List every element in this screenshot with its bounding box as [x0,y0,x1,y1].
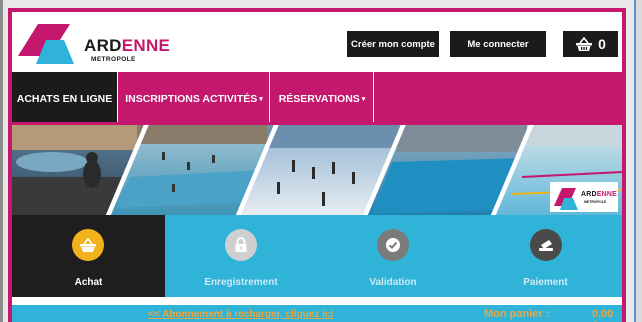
abonnement-recharge-link[interactable]: << Abonnement à recharger, cliquez ici [148,309,333,320]
nav-item-reservations[interactable]: RÉSERVATIONS ▾ [271,72,374,126]
step-achat: Achat [12,215,165,297]
step-validation: Validation [317,215,469,297]
cart-summary-bar: << Abonnement à recharger, cliquez ici M… [12,305,622,322]
chevron-down-icon: ▾ [361,96,366,103]
logo-shapes-icon [18,24,74,64]
check-icon [377,229,409,261]
main-nav: ACHATS EN LIGNE INSCRIPTIONS ACTIVITÉS ▾ … [12,72,622,126]
left-window-edge [0,0,3,322]
scrollbar[interactable] [634,0,642,322]
cart-total: 0,00 € [592,308,614,322]
step-label: Paiement [523,277,568,288]
banner-badge-subtitle: METROPOLE [584,200,607,204]
nav-item-inscriptions-activites[interactable]: INSCRIPTIONS ACTIVITÉS ▾ [119,72,270,126]
section-divider [12,297,622,305]
logo-wordmark: ARDENNE [84,36,171,55]
step-enregistrement: Enregistrement [165,215,317,297]
banner-badge-wordmark: ARDENNE [581,191,618,198]
cart-button[interactable]: 0 [563,31,618,57]
cart-summary-label: Mon panier : [484,308,550,320]
facilities-photo-banner: ARDENNE METROPOLE [12,122,622,217]
card-hand-icon [530,229,562,261]
nav-item-label: INSCRIPTIONS ACTIVITÉS [125,93,258,105]
step-label: Achat [74,277,103,288]
logo-subtitle: METROPOLE [91,56,136,63]
basket-icon [72,229,104,261]
step-label: Enregistrement [204,277,278,288]
create-account-button[interactable]: Créer mon compte [347,31,439,57]
banner-collage-image [12,122,622,217]
site-header: ARDENNE METROPOLE Créer mon compte Me co… [12,12,622,72]
page-frame: ARDENNE METROPOLE Créer mon compte Me co… [8,8,626,322]
nav-item-label: RÉSERVATIONS [278,93,360,105]
login-button[interactable]: Me connecter [450,31,546,57]
nav-item-achats-en-ligne[interactable]: ACHATS EN LIGNE [12,72,118,126]
cart-count: 0 [598,36,606,52]
step-label: Validation [369,277,417,288]
nav-item-label: ACHATS EN LIGNE [16,93,113,105]
ardenne-metropole-logo[interactable]: ARDENNE METROPOLE [18,20,170,66]
basket-icon [576,36,593,51]
chevron-down-icon: ▾ [259,96,263,103]
step-paiement: Paiement [469,215,622,297]
lock-icon [225,229,257,261]
checkout-steps: Achat Enregistrement Validation Paiement [12,215,622,297]
